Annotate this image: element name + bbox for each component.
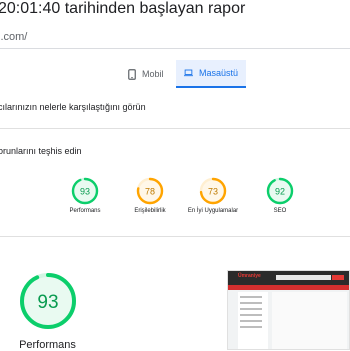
- performance-label: Performans: [19, 339, 76, 351]
- score-gauge-seo[interactable]: 92 SEO: [245, 177, 315, 214]
- score-gauge-performance[interactable]: 93 Performans: [50, 177, 120, 214]
- report-title: 20:01:40 tarihinden başlayan rapor: [0, 0, 246, 17]
- gauge-ring-icon: 93: [71, 177, 99, 205]
- thumbnail-search: [276, 275, 331, 280]
- tab-desktop-label: Masaüstü: [198, 68, 238, 78]
- section-divider: [0, 236, 350, 237]
- gauge-ring-icon: 92: [266, 177, 294, 205]
- score-gauge-best-practices[interactable]: 73 En İyi Uygulamalar: [178, 177, 248, 214]
- tab-mobile-label: Mobil: [142, 69, 164, 79]
- phone-icon: [128, 68, 136, 80]
- field-data-heading: cılarınızın nelerle karşılaştığını görün: [0, 102, 146, 112]
- thumbnail-line: [240, 308, 262, 310]
- report-url[interactable]: i.com/: [0, 31, 27, 43]
- score-gauge-accessibility[interactable]: 78 Erişilebilirlik: [115, 177, 185, 214]
- laptop-icon: [184, 69, 193, 77]
- thumbnail-search-button: [332, 275, 344, 280]
- page-screenshot-thumbnail: Ümraniye: [227, 270, 350, 350]
- thumbnail-line: [240, 302, 262, 304]
- score-label: SEO: [273, 208, 287, 214]
- thumbnail-line: [240, 326, 262, 328]
- performance-score-value: 93: [37, 292, 58, 313]
- thumbnail-line: [240, 296, 262, 298]
- gauge-ring-icon: 73: [199, 177, 227, 205]
- score-value: 93: [80, 187, 90, 197]
- score-label: En İyi Uygulamalar: [187, 208, 239, 214]
- thumbnail-line: [240, 320, 262, 322]
- thumbnail-line: [240, 314, 262, 316]
- gauge-ring-icon: 78: [136, 177, 164, 205]
- score-value: 73: [208, 187, 218, 197]
- score-label: Erişilebilirlik: [134, 208, 166, 214]
- tab-mobile[interactable]: Mobil: [120, 60, 176, 88]
- diagnose-heading: orunlarını teşhis edin: [0, 146, 82, 156]
- section-divider: [0, 128, 350, 129]
- header-divider: [0, 48, 350, 49]
- tab-desktop[interactable]: Masaüstü: [176, 60, 246, 88]
- performance-gauge-large: 93 Performans: [10, 272, 85, 351]
- score-label: Performans: [69, 208, 101, 214]
- score-value: 78: [145, 187, 155, 197]
- thumbnail-nav: [228, 285, 349, 290]
- score-value: 92: [275, 187, 285, 197]
- gauge-ring-icon: 93: [19, 273, 76, 329]
- thumbnail-logo: Ümraniye: [238, 273, 261, 279]
- thumbnail-content: [272, 292, 347, 349]
